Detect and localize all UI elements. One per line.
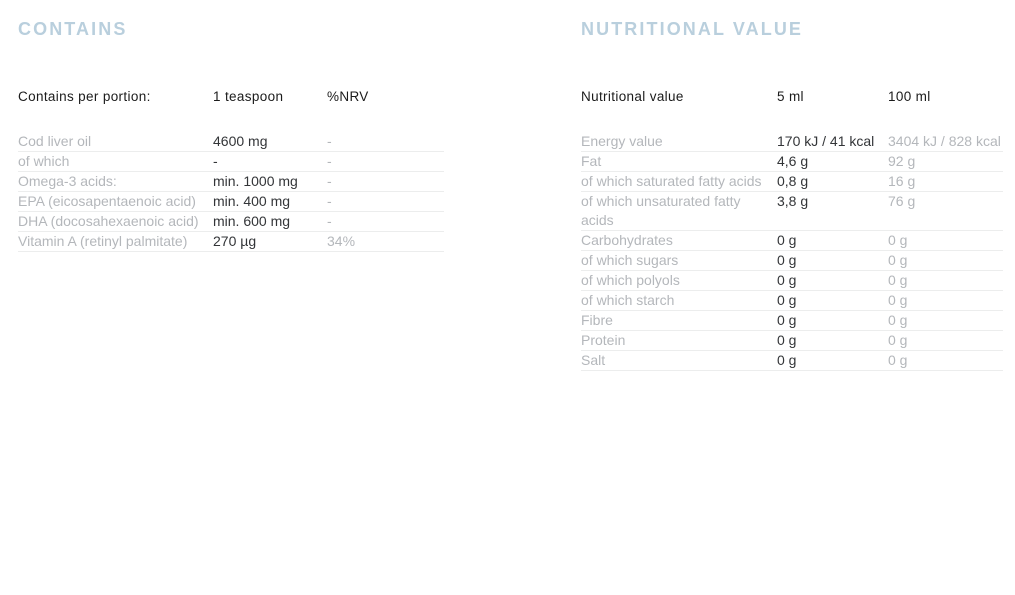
nutrition-row-cell-per100ml: 0 g xyxy=(888,292,908,308)
nutritional-value-panel: NUTRITIONAL VALUE Nutritional value 5 ml… xyxy=(581,0,1003,371)
nutrition-row-cell-per5ml: 0 g xyxy=(777,352,797,368)
contains-row-cell-portion: 270 µg xyxy=(213,233,257,249)
contains-row-cell-nrv: - xyxy=(327,213,332,229)
contains-row-cell-name: Omega-3 acids: xyxy=(18,173,117,189)
nutrition-row: of which unsaturated fatty acids 3,8 g 76 … xyxy=(581,192,1003,231)
nutrition-row-cell-per5ml: 3,8 g xyxy=(777,193,809,209)
contains-row-cell-nrv: - xyxy=(327,193,332,209)
nutrition-row-cell-name: Protein xyxy=(581,332,626,348)
nutrition-row-cell-name: Fat xyxy=(581,153,602,169)
nutrition-row-cell-name: Fibre xyxy=(581,312,613,328)
nutritional-value-table-body: Energy value 170 kJ / 41 kcal 3404 kJ / 82… xyxy=(581,132,1003,371)
nutrition-row-cell-per100ml: 92 g xyxy=(888,153,916,169)
contains-row-cell-portion: min. 1000 mg xyxy=(213,173,298,189)
contains-row-cell-name: DHA (docosahexaenoic acid) xyxy=(18,213,199,229)
nutrition-row-cell-per100ml: 0 g xyxy=(888,232,908,248)
nutrition-row: Energy value 170 kJ / 41 kcal 3404 kJ / 82… xyxy=(581,132,1003,152)
contains-row-cell-portion: min. 400 mg xyxy=(213,193,291,209)
contains-row-cell-name: Vitamin A (retinyl palmitate) xyxy=(18,233,188,249)
contains-row: Cod liver oil 4600 mg - xyxy=(18,132,444,152)
nutrition-row-cell-per5ml: 0 g xyxy=(777,232,797,248)
nutrition-row-cell-per5ml: 0 g xyxy=(777,332,797,348)
nutrition-row-cell-per100ml: 16 g xyxy=(888,173,916,189)
contains-panel: CONTAINS Contains per portion: 1 teaspoo… xyxy=(18,0,444,252)
nutrition-row-cell-per5ml: 0 g xyxy=(777,252,797,268)
nutrition-row-cell-name: Energy value xyxy=(581,133,663,149)
nutrition-row-cell-per5ml: 0 g xyxy=(777,272,797,288)
nutritional-value-header-row: Nutritional value 5 ml 100 ml xyxy=(581,88,1003,132)
nutrition-row-cell-per100ml: 3404 kJ / 828 kcal xyxy=(888,133,1001,149)
nutrition-row-cell-per100ml: 0 g xyxy=(888,312,908,328)
nutrition-row: of which polyols 0 g 0 g xyxy=(581,271,1003,291)
contains-row-cell-nrv: - xyxy=(327,133,332,149)
contains-heading: CONTAINS xyxy=(18,19,128,39)
contains-row-cell-nrv: 34% xyxy=(327,233,356,249)
contains-col-header-portion: 1 teaspoon xyxy=(213,89,284,104)
contains-col-header-nrv: %NRV xyxy=(327,89,369,104)
contains-row-cell-portion: 4600 mg xyxy=(213,133,268,149)
nutritional-value-table-head: Nutritional value 5 ml 100 ml xyxy=(581,88,1003,132)
nutrition-row-cell-name: of which polyols xyxy=(581,272,680,288)
nutrition-row: Protein 0 g 0 g xyxy=(581,331,1003,351)
contains-row: Vitamin A (retinyl palmitate) 270 µg 34% xyxy=(18,232,444,252)
nutrition-row-cell-name: of which saturated fatty acids xyxy=(581,173,762,189)
contains-row: EPA (eicosapentaenoic acid) min. 400 mg - xyxy=(18,192,444,212)
nutritional-value-table: Nutritional value 5 ml 100 ml Energy val… xyxy=(581,88,1003,371)
nutrition-row-cell-per100ml: 0 g xyxy=(888,272,908,288)
nutrition-col-header-per-100ml: 100 ml xyxy=(888,89,931,104)
nutrition-row-cell-name: of which starch xyxy=(581,292,675,308)
contains-row-cell-name: EPA (eicosapentaenoic acid) xyxy=(18,193,196,209)
nutrition-row: Fat 4,6 g 92 g xyxy=(581,152,1003,172)
nutrition-row: Carbohydrates 0 g 0 g xyxy=(581,231,1003,251)
nutrition-row: of which sugars 0 g 0 g xyxy=(581,251,1003,271)
contains-row-cell-nrv: - xyxy=(327,153,332,169)
contains-row-cell-nrv: - xyxy=(327,173,332,189)
contains-row-cell-portion: - xyxy=(213,153,218,169)
nutrition-row-cell-name: of which sugars xyxy=(581,252,679,268)
nutrition-row-cell-per100ml: 76 g xyxy=(888,193,916,209)
contains-row: of which - - xyxy=(18,152,444,172)
nutrition-row-cell-per5ml: 0 g xyxy=(777,292,797,308)
contains-table-body: Cod liver oil 4600 mg - of which - - Omega-3 a… xyxy=(18,132,444,252)
contains-header-row: Contains per portion: 1 teaspoon %NRV xyxy=(18,88,444,132)
contains-row-cell-portion: min. 600 mg xyxy=(213,213,291,229)
nutrition-row-cell-per5ml: 4,6 g xyxy=(777,153,809,169)
nutrition-row-cell-per100ml: 0 g xyxy=(888,352,908,368)
nutrition-row-cell-per5ml: 0,8 g xyxy=(777,173,809,189)
contains-table-head: Contains per portion: 1 teaspoon %NRV xyxy=(18,88,444,132)
contains-row: DHA (docosahexaenoic acid) min. 600 mg - xyxy=(18,212,444,232)
nutrition-row-cell-per100ml: 0 g xyxy=(888,252,908,268)
nutritional-value-heading: NUTRITIONAL VALUE xyxy=(581,19,804,39)
contains-table: Contains per portion: 1 teaspoon %NRV Co… xyxy=(18,88,444,252)
nutrition-row-cell-per5ml: 0 g xyxy=(777,312,797,328)
nutrition-row-cell-name: Salt xyxy=(581,352,606,368)
contains-row: Omega-3 acids: min. 1000 mg - xyxy=(18,172,444,192)
contains-row-cell-name: Cod liver oil xyxy=(18,133,92,149)
nutrition-row: Salt 0 g 0 g xyxy=(581,351,1003,371)
nutrition-row: Fibre 0 g 0 g xyxy=(581,311,1003,331)
nutrition-row-cell-per5ml: 170 kJ / 41 kcal xyxy=(777,133,875,149)
nutrition-col-header-name: Nutritional value xyxy=(581,89,684,104)
contains-row-cell-name: of which xyxy=(18,153,70,169)
nutrition-row-cell-per100ml: 0 g xyxy=(888,332,908,348)
nutrition-facts-page: CONTAINS Contains per portion: 1 teaspoo… xyxy=(0,0,1015,595)
nutrition-row: of which saturated fatty acids 0,8 g 16 g xyxy=(581,172,1003,192)
nutrition-row: of which starch 0 g 0 g xyxy=(581,291,1003,311)
nutrition-row-cell-name: of which unsaturated fatty acids xyxy=(581,193,741,228)
nutrition-row-cell-name: Carbohydrates xyxy=(581,232,673,248)
nutrition-col-header-per-5ml: 5 ml xyxy=(777,89,804,104)
contains-col-header-name: Contains per portion: xyxy=(18,89,151,104)
